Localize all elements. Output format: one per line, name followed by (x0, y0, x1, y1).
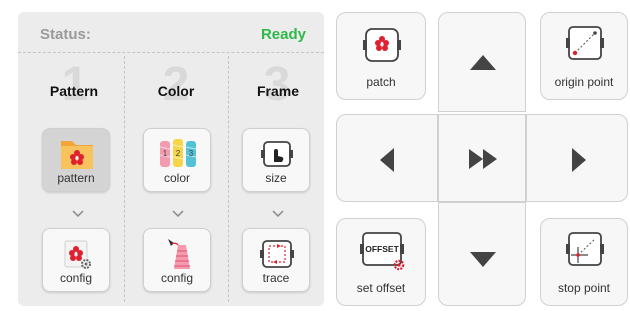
pattern-button-label: pattern (57, 171, 95, 185)
pattern-button[interactable]: pattern (42, 128, 110, 192)
chevron-down-icon (272, 210, 284, 218)
step-title-color: Color (157, 83, 195, 99)
workflow-panel: Status: Ready 1 2 3 Pattern Color Frame … (18, 12, 324, 306)
pattern-config-label: config (59, 271, 93, 285)
set-offset-label: set offset (356, 281, 406, 295)
step-title-pattern: Pattern (49, 83, 99, 99)
thread-cone-icon (168, 239, 190, 269)
movement-control-grid: patch origin point OFFSET set offset sto… (336, 12, 630, 306)
move-left-button[interactable] (336, 114, 438, 202)
move-up-button[interactable] (438, 12, 526, 112)
offset-icon: OFFSET (360, 232, 405, 271)
arrow-right-icon (572, 148, 586, 172)
folder-flower-icon (61, 141, 93, 169)
chevron-down-icon (72, 210, 84, 218)
step-title-frame: Frame (256, 83, 300, 99)
size-button-label: size (265, 171, 287, 185)
size-button[interactable]: size (242, 128, 310, 192)
origin-point-button[interactable]: origin point (540, 12, 628, 100)
chevron-down-icon (172, 210, 184, 218)
origin-point-label: origin point (554, 75, 614, 89)
patch-label: patch (366, 75, 396, 89)
stop-point-icon (566, 232, 604, 266)
column-divider (124, 56, 125, 302)
thread-spools-icon: 1 2 3 (159, 139, 197, 167)
flower-gear-icon (64, 240, 91, 269)
fast-forward-button[interactable] (438, 114, 526, 202)
arrow-down-icon (470, 252, 496, 267)
patch-button[interactable]: patch (336, 12, 426, 100)
color-button[interactable]: 1 2 3 color (143, 128, 211, 192)
status-label: Status: (40, 26, 91, 43)
svg-text:2: 2 (176, 149, 181, 158)
offset-badge-text: OFFSET (365, 244, 399, 254)
color-config-button[interactable]: config (143, 228, 211, 292)
arrow-up-icon (470, 55, 496, 70)
trace-button-label: trace (262, 271, 290, 285)
fast-forward-icon (469, 149, 497, 169)
origin-point-icon (566, 26, 604, 60)
stop-point-label: stop point (557, 281, 611, 295)
color-button-label: color (163, 171, 190, 185)
frame-touch-icon (261, 141, 293, 167)
stop-point-button[interactable]: stop point (540, 218, 628, 306)
frame-trace-icon (260, 240, 294, 268)
move-right-button[interactable] (526, 114, 628, 202)
svg-text:1: 1 (163, 149, 168, 158)
arrow-left-icon (380, 148, 394, 172)
status-value: Ready (260, 26, 306, 43)
flower-frame-icon (363, 28, 401, 62)
svg-text:3: 3 (189, 149, 194, 158)
status-row: Status: Ready (18, 12, 324, 53)
trace-button[interactable]: trace (242, 228, 310, 292)
color-config-label: config (160, 271, 194, 285)
move-down-button[interactable] (438, 202, 526, 306)
set-offset-button[interactable]: OFFSET set offset (336, 218, 426, 306)
pattern-config-button[interactable]: config (42, 228, 110, 292)
